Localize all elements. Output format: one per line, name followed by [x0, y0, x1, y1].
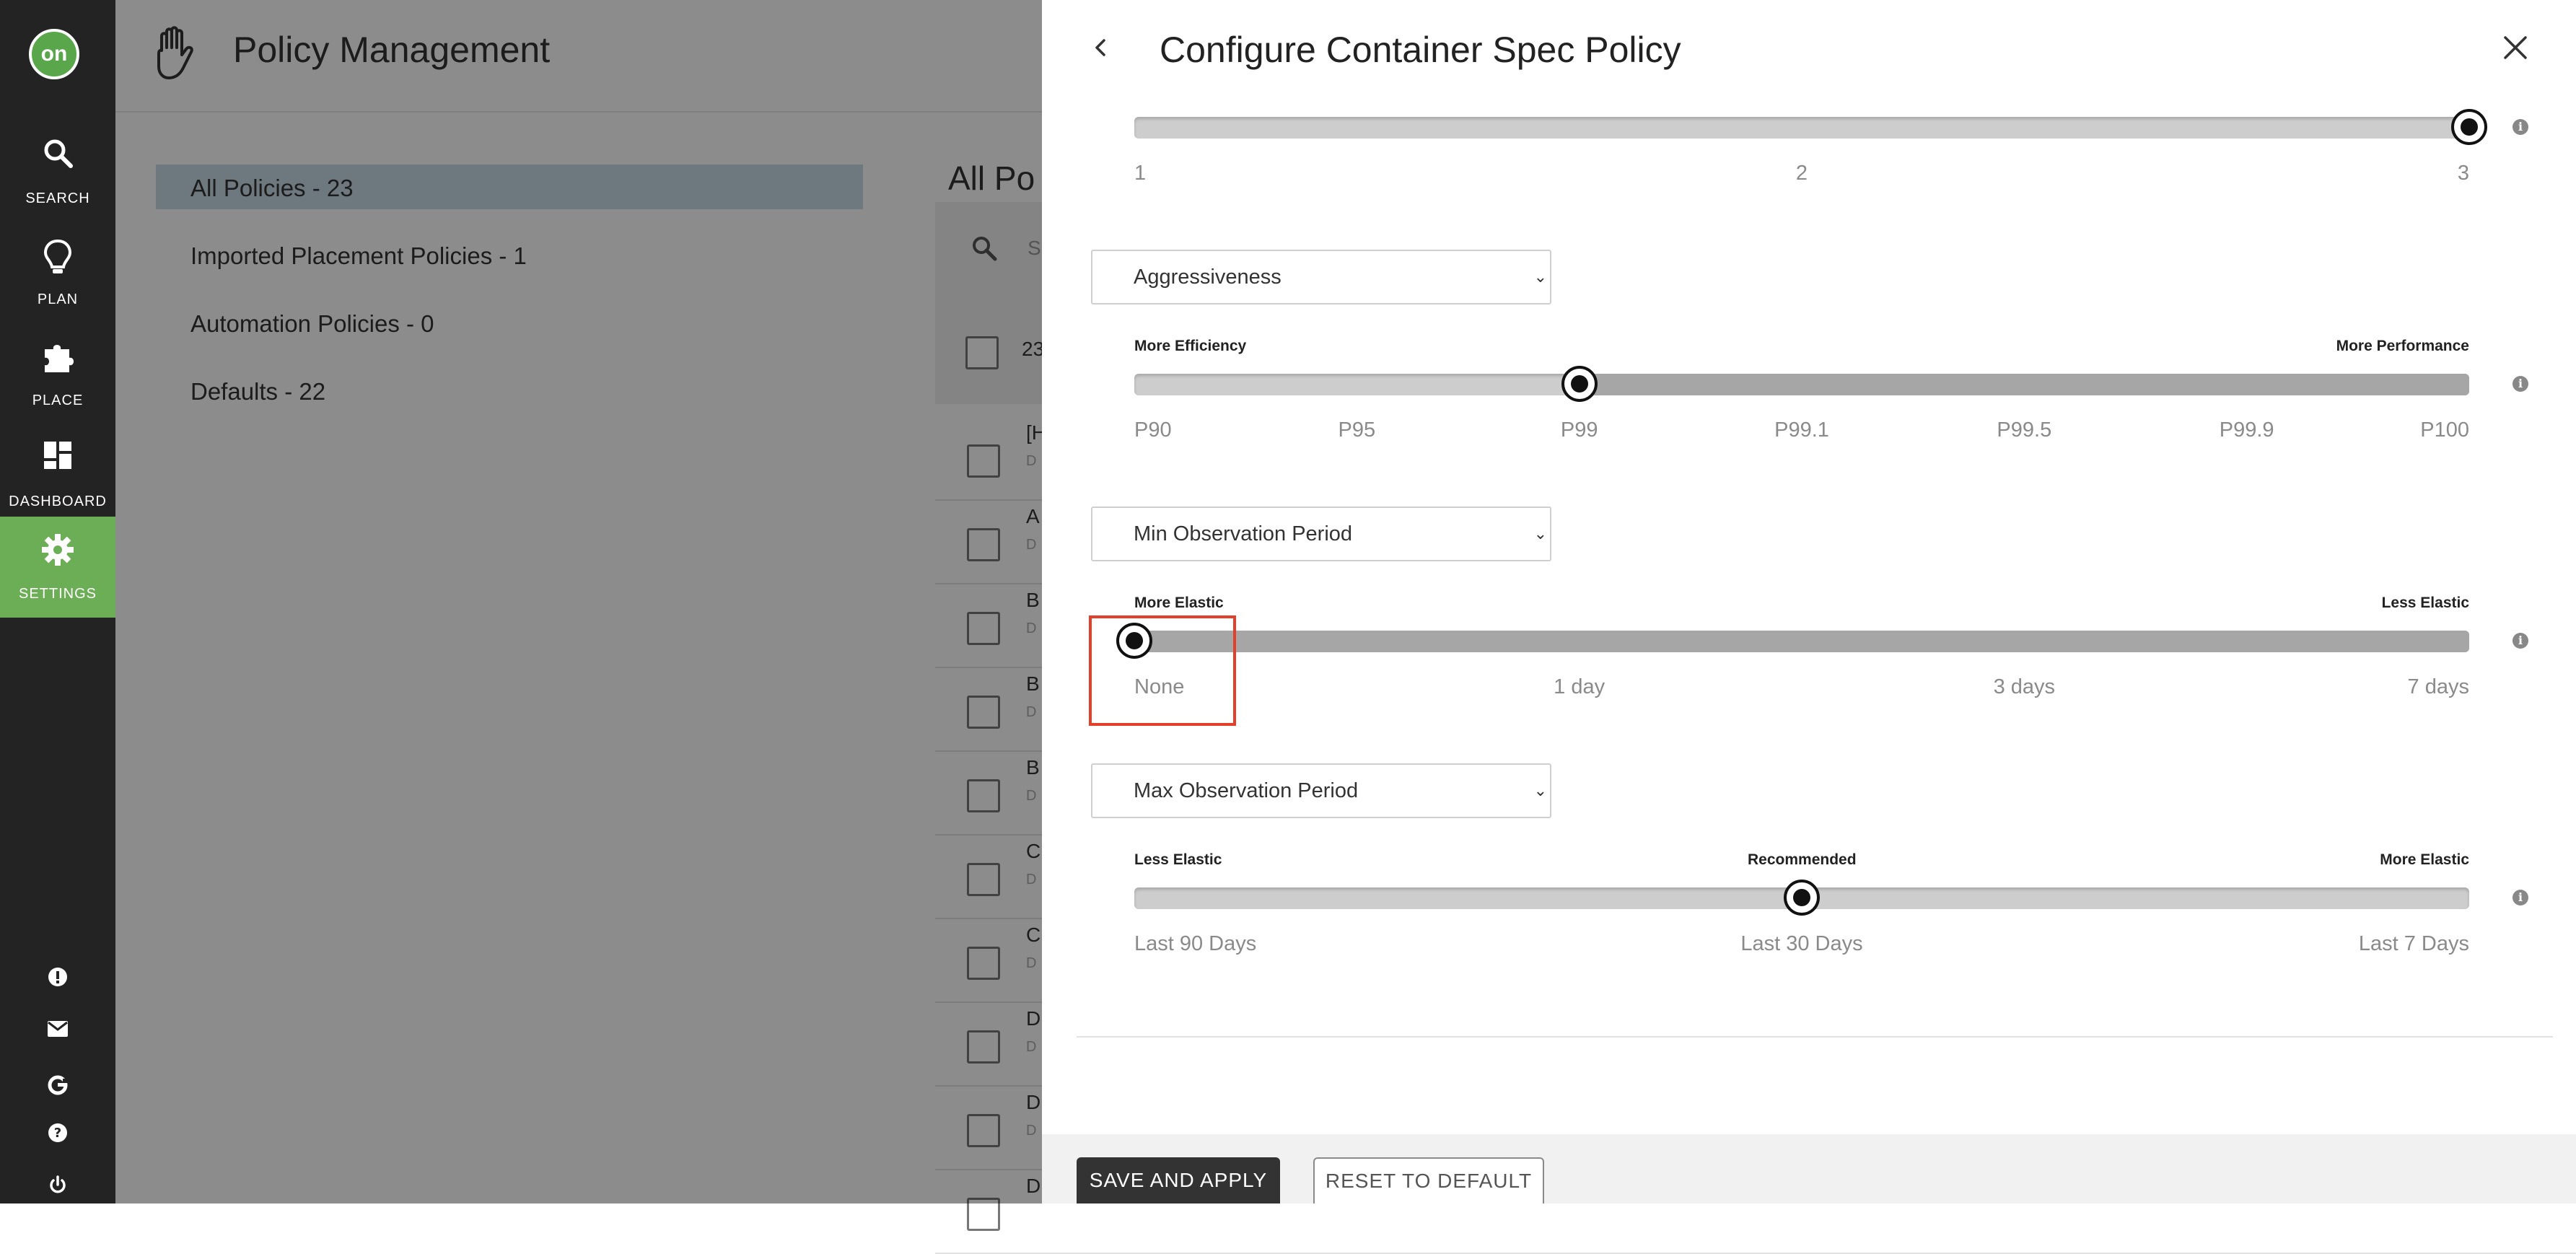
slider-1-tick: P99.5	[1997, 418, 2052, 442]
annotation-highlight-box	[1089, 615, 1236, 726]
nav-plan[interactable]: PLAN	[0, 222, 115, 323]
slider-3-dropdown[interactable]: Max Observation Period ⌄	[1091, 763, 1551, 818]
slider-1-tick: P99.1	[1774, 418, 1829, 442]
drawer-divider	[1077, 1036, 2553, 1038]
slider-3-mid-label: Recommended	[1748, 851, 1857, 868]
save-and-apply-button[interactable]: SAVE AND APPLY	[1077, 1157, 1280, 1203]
help-icon[interactable]: ?	[43, 1118, 72, 1147]
slider-2-tick: 1 day	[1554, 675, 1605, 698]
nav-settings[interactable]: SETTINGS	[0, 517, 115, 618]
nav-plan-label: PLAN	[37, 291, 79, 307]
nav-place-label: PLACE	[32, 393, 84, 408]
slider-3-tick: Last 7 Days	[2358, 932, 2469, 955]
slider-2-right-label: Less Elastic	[2381, 595, 2469, 611]
dashboard-icon	[0, 440, 115, 478]
back-chevron-icon[interactable]	[1087, 33, 1116, 62]
slider-1-tick: P90	[1134, 418, 1172, 442]
mail-icon[interactable]	[43, 1014, 72, 1043]
slider-3-thumb[interactable]	[1784, 880, 1820, 916]
slider-1-tick: P99.9	[2219, 418, 2274, 442]
chevron-down-icon: ⌄	[1533, 268, 1547, 286]
info-icon[interactable]: i	[2513, 890, 2528, 906]
chevron-down-icon: ⌄	[1533, 781, 1547, 799]
svg-text:?: ?	[54, 1126, 61, 1141]
dropdown-value: Min Observation Period	[1134, 522, 1353, 545]
slider-1-thumb[interactable]	[1561, 366, 1598, 402]
close-icon[interactable]	[2500, 32, 2531, 63]
slider-3-tick: Last 90 Days	[1134, 932, 1257, 955]
left-nav: on SEARCH PLAN PLACE DASHBOARD SETTINGS …	[0, 0, 115, 1203]
slider-3-right-label: More Elastic	[2380, 851, 2469, 868]
google-icon[interactable]	[43, 1071, 72, 1100]
slider-1-tick: P99	[1560, 418, 1598, 442]
slider-2-track[interactable]	[1134, 631, 2469, 652]
slider-0-tick: 1	[1134, 162, 1147, 185]
config-drawer	[1042, 0, 2576, 1203]
slider-1-track[interactable]	[1134, 374, 2469, 395]
slider-0-track[interactable]	[1134, 117, 2469, 139]
slider-1-right-label: More Performance	[2336, 338, 2469, 354]
search-icon	[0, 137, 115, 175]
dropdown-value: Max Observation Period	[1134, 779, 1359, 802]
slider-0-tick: 3	[2457, 162, 2469, 185]
slider-1-tick: P95	[1338, 418, 1376, 442]
nav-settings-label: SETTINGS	[18, 586, 97, 602]
slider-1-tick: P100	[2420, 418, 2469, 442]
drawer-title: Configure Container Spec Policy	[1160, 30, 1681, 70]
nav-search[interactable]: SEARCH	[0, 121, 115, 222]
info-icon[interactable]: i	[2513, 633, 2528, 649]
slider-2-left-label: More Elastic	[1134, 595, 1224, 611]
nav-dashboard-label: DASHBOARD	[9, 494, 107, 509]
info-icon[interactable]: i	[2513, 376, 2528, 392]
nav-place[interactable]: PLACE	[0, 323, 115, 424]
slider-0-thumb[interactable]	[2451, 109, 2487, 145]
app-logo[interactable]: on	[29, 29, 79, 79]
nav-search-label: SEARCH	[25, 190, 90, 206]
gear-icon	[0, 532, 115, 570]
lightbulb-icon	[0, 238, 115, 276]
nav-dashboard[interactable]: DASHBOARD	[0, 424, 115, 525]
slider-1-left-label: More Efficiency	[1134, 338, 1247, 354]
slider-2-tick: 7 days	[2407, 675, 2469, 698]
info-icon[interactable]: i	[2513, 119, 2528, 135]
slider-0-tick: 2	[1795, 162, 1808, 185]
dropdown-value: Aggressiveness	[1134, 266, 1282, 289]
slider-2-tick: 3 days	[1993, 675, 2056, 698]
slider-1-dropdown[interactable]: Aggressiveness ⌄	[1091, 250, 1551, 304]
power-icon[interactable]	[43, 1170, 72, 1199]
slider-2-dropdown[interactable]: Min Observation Period ⌄	[1091, 507, 1551, 561]
slider-3-tick: Last 30 Days	[1740, 932, 1863, 955]
slider-2-fill	[1134, 631, 2469, 652]
slider-3-left-label: Less Elastic	[1134, 851, 1222, 868]
chevron-down-icon: ⌄	[1533, 525, 1547, 543]
alert-icon[interactable]	[43, 963, 72, 991]
puzzle-icon	[0, 339, 115, 377]
reset-to-default-button[interactable]: RESET TO DEFAULT	[1313, 1157, 1544, 1203]
slider-1-fill	[1579, 374, 2469, 395]
